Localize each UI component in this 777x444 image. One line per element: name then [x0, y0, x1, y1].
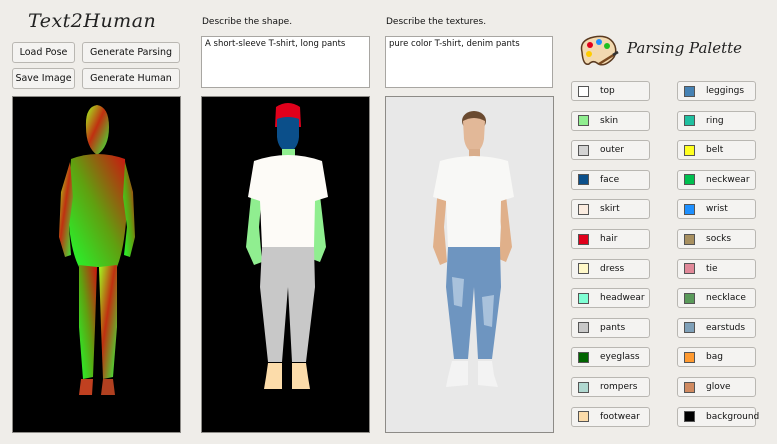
palette-top-button[interactable]: top	[571, 81, 650, 101]
color-swatch	[578, 85, 589, 97]
palette-necklace-button[interactable]: necklace	[677, 288, 756, 309]
color-swatch	[684, 322, 695, 334]
generated-human-image	[385, 96, 554, 433]
human-photo	[386, 97, 553, 432]
pose-canvas[interactable]	[12, 96, 181, 433]
palette-neckwear-button[interactable]: neckwear	[677, 169, 756, 190]
generate-parsing-button[interactable]: Generate Parsing	[82, 42, 180, 63]
palette-wrist-button[interactable]: wrist	[677, 199, 756, 220]
palette-label: ring	[706, 115, 724, 126]
palette-socks-button[interactable]: socks	[677, 229, 756, 249]
color-swatch	[684, 411, 695, 423]
color-swatch	[684, 115, 695, 127]
color-swatch	[684, 292, 695, 304]
color-swatch	[578, 203, 589, 215]
palette-label: belt	[706, 145, 724, 156]
color-swatch	[684, 85, 695, 97]
palette-leggings-button[interactable]: leggings	[677, 81, 756, 101]
palette-title: Parsing Palette	[627, 39, 743, 57]
palette-label: glove	[706, 382, 731, 392]
palette-face-button[interactable]: face	[571, 169, 650, 190]
color-swatch	[684, 174, 695, 186]
color-swatch	[578, 144, 589, 156]
palette-dress-button[interactable]: dress	[571, 258, 650, 279]
palette-outer-button[interactable]: outer	[571, 140, 650, 161]
parsing-canvas[interactable]	[201, 96, 370, 433]
palette-headwear-button[interactable]: headwear	[571, 288, 650, 309]
palette-label: footwear	[600, 411, 640, 422]
palette-label: face	[600, 174, 620, 185]
palette-label: bag	[706, 352, 723, 363]
save-image-button[interactable]: Save Image	[12, 68, 75, 89]
palette-label: leggings	[706, 86, 745, 96]
app-title: Text2Human	[28, 10, 157, 32]
palette-bag-button[interactable]: bag	[677, 347, 756, 368]
palette-footwear-button[interactable]: footwear	[571, 406, 650, 427]
parsing-figure	[246, 103, 328, 389]
color-swatch	[578, 263, 589, 275]
pose-figure	[59, 105, 135, 395]
palette-label: wrist	[706, 204, 728, 215]
palette-label: skirt	[600, 204, 620, 215]
color-swatch	[684, 263, 695, 275]
palette-background-button[interactable]: background	[677, 406, 760, 427]
palette-icon	[580, 35, 619, 66]
palette-label: top	[600, 86, 615, 96]
shape-label: Describe the shape.	[202, 17, 293, 27]
color-swatch	[684, 381, 695, 393]
palette-rompers-button[interactable]: rompers	[571, 377, 650, 397]
palette-label: hair	[600, 234, 618, 244]
color-swatch	[684, 233, 695, 245]
palette-label: headwear	[600, 293, 645, 304]
color-swatch	[578, 115, 589, 127]
color-swatch	[578, 381, 589, 393]
color-swatch	[578, 322, 589, 334]
palette-earstuds-button[interactable]: earstuds	[677, 317, 756, 338]
palette-label: eyeglass	[600, 352, 640, 363]
color-swatch	[578, 351, 589, 363]
palette-label: neckwear	[706, 174, 750, 185]
generate-human-button[interactable]: Generate Human	[82, 68, 180, 89]
palette-label: earstuds	[706, 322, 746, 333]
color-swatch	[578, 411, 589, 423]
texture-textbox[interactable]: pure color T-shirt, denim pants	[385, 36, 553, 88]
palette-eyeglass-button[interactable]: eyeglass	[571, 347, 650, 368]
palette-label: rompers	[600, 382, 638, 392]
color-swatch	[684, 144, 695, 156]
palette-label: tie	[706, 263, 718, 274]
palette-ring-button[interactable]: ring	[677, 110, 756, 131]
shape-textbox[interactable]: A short-sleeve T-shirt, long pants	[201, 36, 370, 88]
palette-pants-button[interactable]: pants	[571, 317, 650, 338]
palette-label: pants	[600, 322, 626, 333]
color-swatch	[684, 351, 695, 363]
palette-skin-button[interactable]: skin	[571, 110, 650, 131]
load-pose-button[interactable]: Load Pose	[12, 42, 75, 63]
color-swatch	[578, 174, 589, 186]
palette-hair-button[interactable]: hair	[571, 229, 650, 249]
palette-label: dress	[600, 263, 625, 274]
texture-label: Describe the textures.	[386, 17, 487, 27]
color-swatch	[578, 233, 589, 245]
palette-skirt-button[interactable]: skirt	[571, 199, 650, 220]
palette-label: socks	[706, 234, 732, 244]
palette-label: outer	[600, 145, 624, 156]
palette-label: skin	[600, 115, 619, 126]
color-swatch	[578, 292, 589, 304]
palette-label: background	[706, 411, 760, 422]
palette-belt-button[interactable]: belt	[677, 140, 756, 161]
color-swatch	[684, 203, 695, 215]
palette-tie-button[interactable]: tie	[677, 258, 756, 279]
palette-label: necklace	[706, 293, 746, 304]
palette-glove-button[interactable]: glove	[677, 377, 756, 397]
